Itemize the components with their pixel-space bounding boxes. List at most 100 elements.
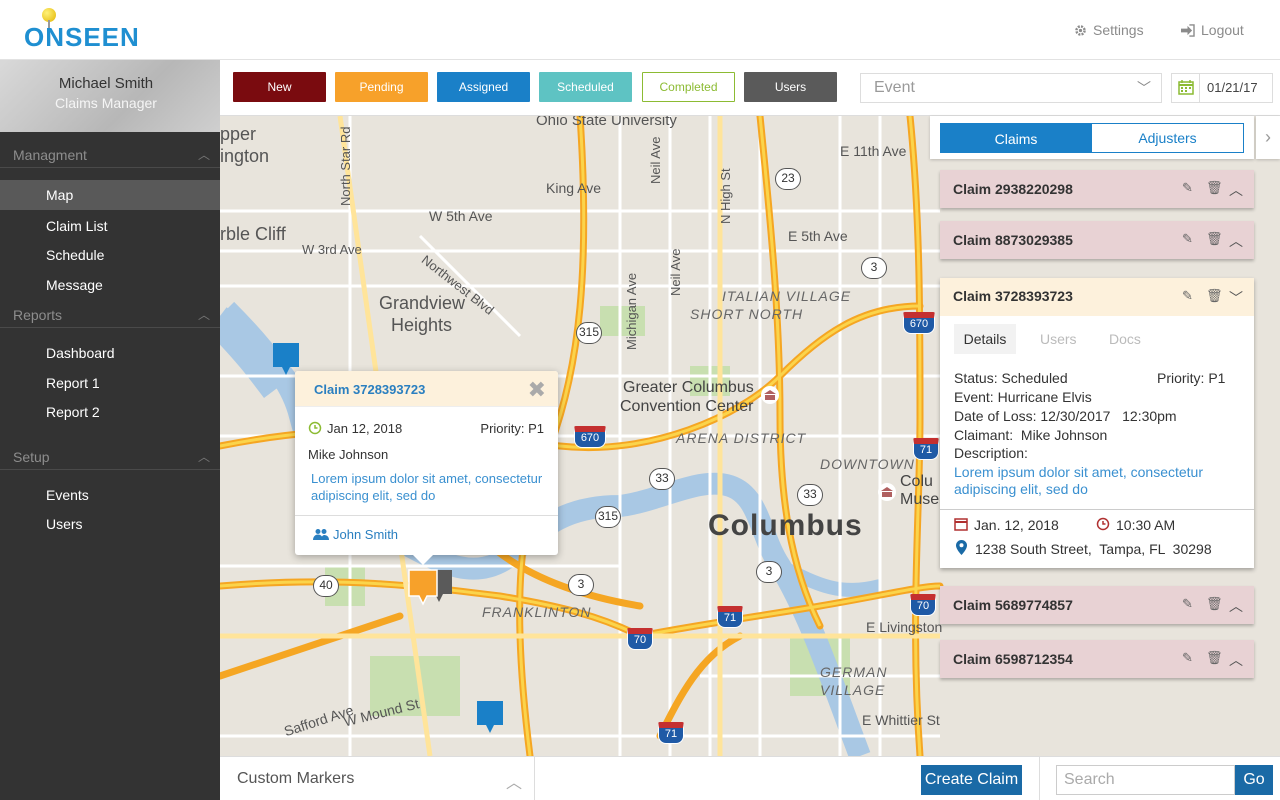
map-label: Ohio State University [536,116,677,129]
appointment-time: 10:30 AM [1116,517,1176,533]
user-role: Claims Manager [55,95,157,111]
custom-markers-toggle[interactable]: Custom Markers [237,770,354,788]
sidebar-item-users[interactable]: Users [0,509,220,539]
filter-users-button[interactable]: Users [744,72,837,102]
filter-pending-button[interactable]: Pending [335,72,428,102]
date-value: 01/21/17 [1207,80,1258,95]
map-label: GERMAN [820,664,888,680]
popup-claimant: Mike Johnson [308,447,389,462]
edit-icon[interactable]: ✎ [1182,650,1193,666]
sidebar-item-claim-list[interactable]: Claim List [0,211,220,241]
section-reports[interactable]: Reports ︿ [0,302,220,328]
sidebar-item-dashboard[interactable]: Dashboard [0,338,220,368]
claim-card[interactable]: Claim 6598712354 ✎ 🗑 ︿ [940,640,1254,678]
chevron-up-icon[interactable]: ︿ [1229,231,1243,251]
chevron-up-icon: ︿ [197,308,210,322]
edit-icon[interactable]: ✎ [1182,288,1193,304]
logout-link[interactable]: Logout [1180,22,1244,38]
claim-status: Status: Scheduled [954,370,1068,386]
trash-icon[interactable]: 🗑 [1206,650,1223,666]
claim-card[interactable]: Claim 8873029385 ✎ 🗑 ︿ [940,221,1254,259]
map-label: Neil Ave [648,136,663,184]
sidebar-item-report-2[interactable]: Report 2 [0,397,220,427]
interstate-shield: 71 [717,606,743,628]
top-header: ONSEEN Settings Logout [0,0,1280,60]
chevron-up-icon[interactable]: ︿ [1229,650,1243,670]
date-picker[interactable]: 01/21/17 [1171,73,1273,103]
route-shield: 40 [313,575,339,597]
event-select-placeholder: Event [874,79,915,96]
trash-icon[interactable]: 🗑 [1206,180,1223,196]
filter-assigned-button[interactable]: Assigned [437,72,530,102]
map-marker-pending[interactable] [407,568,439,606]
onseen-logo[interactable]: ONSEEN [22,8,142,54]
claim-title: Claim 8873029385 [953,232,1073,248]
tab-users[interactable]: Users [1040,324,1077,354]
users-icon [313,529,329,540]
settings-link[interactable]: Settings [1074,22,1144,38]
event-select[interactable]: Event ﹀ [860,73,1162,103]
calendar-icon[interactable] [1172,74,1200,102]
route-shield: 315 [595,506,621,528]
claim-card[interactable]: Claim 5689774857 ✎ 🗑 ︿ [940,586,1254,624]
chevron-down-icon[interactable]: ﹀ [1229,288,1243,308]
trash-icon[interactable]: 🗑 [1206,231,1223,247]
map-label: ITALIAN VILLAGE [722,288,852,304]
sidebar-item-report-1[interactable]: Report 1 [0,368,220,398]
claim-title: Claim 3728393723 [953,288,1073,304]
map-label: N High St [718,168,733,224]
map-label: Grandview [379,293,466,313]
search-input[interactable] [1056,765,1235,795]
chevron-up-icon[interactable]: ︿ [1229,596,1243,616]
filter-new-button[interactable]: New [233,72,326,102]
map-label: W 3rd Ave [302,242,362,257]
sidebar-item-schedule[interactable]: Schedule [0,240,220,270]
interstate-shield: 70 [910,594,936,616]
interstate-shield: 71 [658,722,684,744]
map-label: Colu [900,473,933,490]
sidebar-item-message[interactable]: Message [0,270,220,300]
chevron-down-icon: ﹀ [1137,80,1151,96]
tab-docs[interactable]: Docs [1109,324,1141,354]
chevron-right-icon[interactable]: › [1256,116,1280,159]
chevron-up-icon[interactable]: ︿ [506,769,522,793]
create-claim-button[interactable]: Create Claim [921,765,1022,795]
interstate-shield: 70 [627,628,653,650]
tab-details[interactable]: Details [954,324,1016,354]
map-label: Muse [900,491,940,508]
filter-scheduled-button[interactable]: Scheduled [539,72,632,102]
interstate-shield: 670 [903,312,935,334]
popup-priority: Priority: P1 [480,421,544,436]
edit-icon[interactable]: ✎ [1182,180,1193,196]
clock-icon [1096,517,1110,531]
route-shield: 23 [775,168,801,190]
edit-icon[interactable]: ✎ [1182,231,1193,247]
trash-icon[interactable]: 🗑 [1206,596,1223,612]
section-setup[interactable]: Setup ︿ [0,444,220,470]
claim-title: Claim 6598712354 [953,651,1073,667]
map-label: Neil Ave [668,248,683,296]
filter-completed-button[interactable]: Completed [642,72,735,102]
edit-icon[interactable]: ✎ [1182,596,1193,612]
section-label: Setup [13,449,50,465]
map-label: SHORT NORTH [690,306,804,322]
map-marker-assigned[interactable] [475,699,505,735]
sidebar-item-map[interactable]: Map [0,180,220,210]
go-button[interactable]: Go [1235,765,1273,795]
claim-card[interactable]: Claim 2938220298 ✎ 🗑 ︿ [940,170,1254,208]
tab-claims[interactable]: Claims [940,123,1092,153]
close-icon[interactable]: ✖ [528,377,546,403]
map-label: E Whittier St [862,712,940,728]
section-management[interactable]: Managment ︿ [0,142,220,168]
claim-date-of-loss: Date of Loss: 12/30/2017 12:30pm [954,408,1177,424]
trash-icon[interactable]: 🗑 [1206,288,1223,304]
route-shield: 3 [568,574,594,596]
location-pin-icon [956,540,967,555]
popup-adjuster-link[interactable]: John Smith [333,527,398,542]
chevron-up-icon[interactable]: ︿ [1229,180,1243,200]
tab-adjusters[interactable]: Adjusters [1091,123,1244,153]
sidebar-item-events[interactable]: Events [0,480,220,510]
popup-title[interactable]: Claim 3728393723 [314,382,425,397]
route-shield: 3 [861,257,887,279]
calendar-icon [954,518,968,531]
